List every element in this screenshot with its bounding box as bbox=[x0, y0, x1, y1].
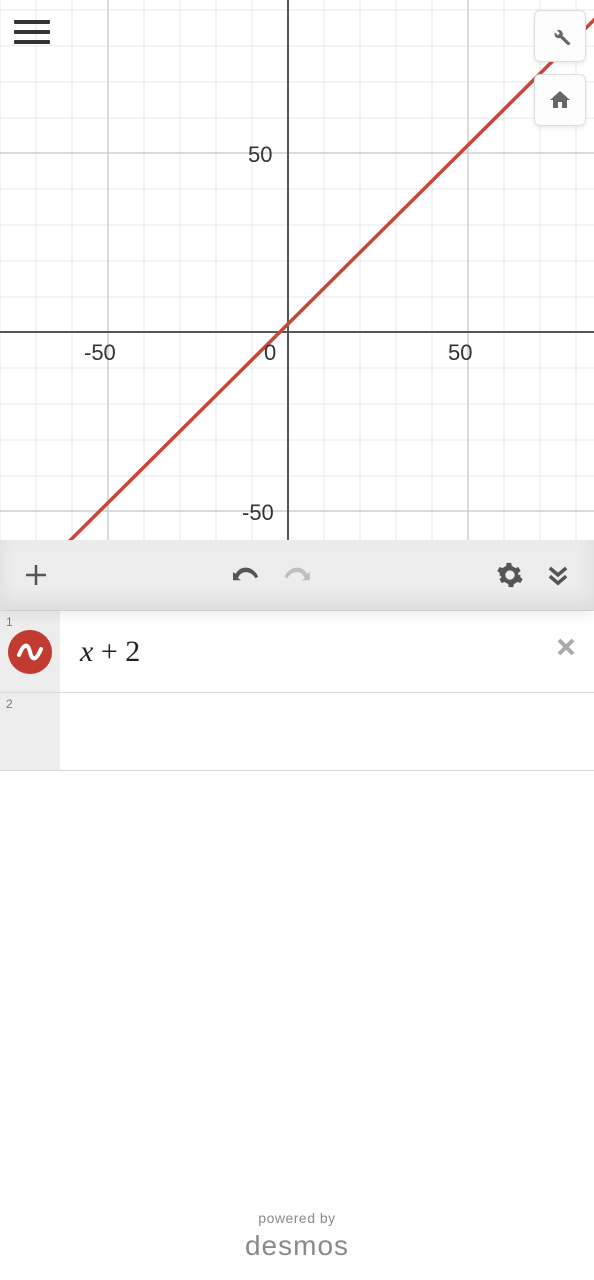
y-tick-pos50: 50 bbox=[248, 142, 272, 167]
wave-icon bbox=[15, 637, 45, 667]
undo-button[interactable] bbox=[225, 551, 273, 599]
expression-tab[interactable]: 1 bbox=[0, 611, 60, 692]
x-tick-neg50: -50 bbox=[84, 340, 116, 365]
list-settings-button[interactable] bbox=[486, 551, 534, 599]
undo-icon bbox=[233, 564, 265, 586]
expression-toolbar bbox=[0, 540, 594, 610]
add-expression-button[interactable] bbox=[12, 551, 60, 599]
expression-input[interactable] bbox=[60, 693, 594, 770]
menu-button[interactable] bbox=[14, 14, 50, 50]
expression-tab[interactable]: 2 bbox=[0, 693, 60, 770]
expression-row[interactable]: 2 bbox=[0, 693, 594, 771]
expression-input[interactable]: x + 2 bbox=[60, 611, 594, 692]
expression-index: 2 bbox=[6, 697, 13, 711]
redo-icon bbox=[281, 564, 313, 586]
gear-icon bbox=[496, 561, 524, 589]
plus-icon bbox=[21, 560, 51, 590]
expression-color-swatch[interactable] bbox=[8, 630, 52, 674]
wrench-icon bbox=[548, 24, 572, 48]
chevron-double-down-icon bbox=[544, 561, 572, 589]
x-tick-zero: 0 bbox=[264, 340, 276, 365]
graph-area[interactable]: -50 0 50 50 -50 bbox=[0, 0, 594, 540]
brand-logo: desmos bbox=[0, 1230, 594, 1262]
collapse-button[interactable] bbox=[534, 551, 582, 599]
y-tick-neg50: -50 bbox=[242, 500, 274, 525]
plot-line bbox=[0, 14, 594, 540]
home-button[interactable] bbox=[534, 74, 586, 126]
expression-list: 1 x + 2 2 bbox=[0, 610, 594, 771]
grid-major bbox=[0, 0, 594, 540]
expression-index: 1 bbox=[6, 615, 13, 629]
close-icon bbox=[554, 635, 578, 659]
expression-row[interactable]: 1 x + 2 bbox=[0, 611, 594, 693]
powered-by-label: powered by bbox=[0, 1210, 594, 1226]
graph-svg: -50 0 50 50 -50 bbox=[0, 0, 594, 540]
redo-button[interactable] bbox=[273, 551, 321, 599]
x-tick-pos50: 50 bbox=[448, 340, 472, 365]
footer: powered by desmos bbox=[0, 1210, 594, 1262]
graph-settings-button[interactable] bbox=[534, 10, 586, 62]
home-icon bbox=[548, 88, 572, 112]
delete-expression-button[interactable] bbox=[548, 629, 584, 665]
grid-minor bbox=[0, 0, 594, 540]
axes bbox=[0, 0, 594, 540]
